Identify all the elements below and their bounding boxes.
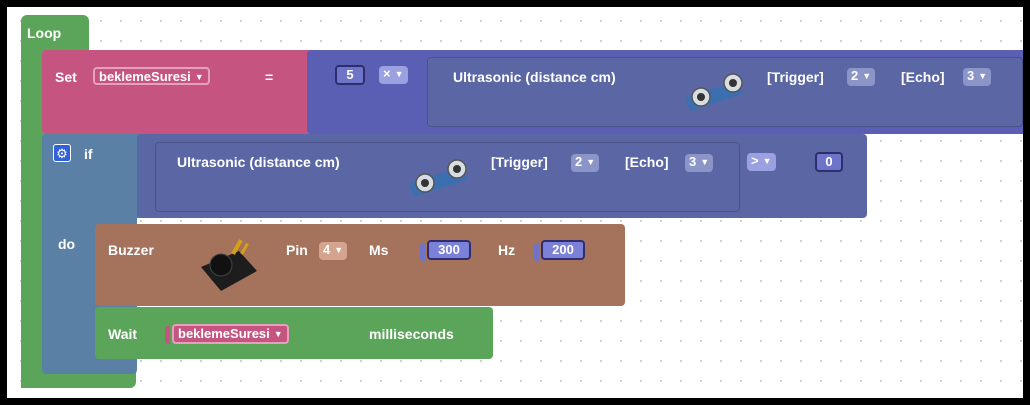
echo-label: [Echo] (901, 69, 945, 85)
wait-label: Wait (108, 326, 138, 342)
chevron-down-icon: ▼ (862, 71, 872, 81)
do-label: do (58, 236, 76, 252)
trigger-label: [Trigger] (491, 154, 548, 170)
buzzer-module-icon (201, 239, 257, 291)
sensor-label: Ultrasonic (distance cm) (453, 69, 616, 85)
set-equals: = (265, 69, 274, 85)
operator-value: × (383, 66, 391, 81)
set-variable-dropdown[interactable]: beklemeSuresi ▼ (93, 67, 210, 85)
buzzer-block[interactable] (95, 224, 625, 306)
ms-label: Ms (369, 242, 389, 258)
if-label: if (84, 146, 93, 162)
echo-pin-dropdown[interactable]: 3 ▼ (685, 154, 714, 172)
loop-label: Loop (27, 25, 62, 41)
echo-pin-value: 3 (689, 154, 697, 169)
buzzer-pin-dropdown[interactable]: 4 ▼ (319, 242, 348, 260)
ultrasonic-sensor-icon (409, 159, 468, 197)
operator-dropdown[interactable]: × ▼ (379, 66, 408, 84)
set-label: Set (55, 69, 77, 85)
trigger-pin-value: 2 (851, 68, 859, 83)
chevron-down-icon: ▼ (334, 245, 344, 255)
trigger-label: [Trigger] (767, 69, 824, 85)
trigger-pin-dropdown[interactable]: 2 ▼ (847, 68, 876, 86)
chevron-down-icon: ▼ (978, 71, 988, 81)
chevron-down-icon: ▼ (394, 69, 404, 79)
ultrasonic-sensor-icon (685, 73, 744, 111)
chevron-down-icon: ▼ (586, 157, 596, 167)
chevron-down-icon: ▼ (762, 156, 772, 166)
chevron-down-icon: ▼ (194, 72, 204, 82)
multiply-number-field[interactable]: 5 (335, 65, 365, 85)
chevron-down-icon: ▼ (273, 329, 283, 339)
ms-number-field[interactable]: 300 (427, 240, 471, 260)
buzzer-pin-value: 4 (323, 242, 331, 257)
chevron-down-icon: ▼ (700, 157, 710, 167)
workspace-canvas[interactable]: Loop Set beklemeSuresi ▼ = 5 × ▼ Ultrasoni… (7, 7, 1023, 398)
wait-variable-nub (165, 326, 170, 344)
wait-variable-name: beklemeSuresi (178, 326, 270, 341)
set-variable-name: beklemeSuresi (99, 69, 191, 84)
hz-number-field[interactable]: 200 (541, 240, 585, 260)
pin-label: Pin (286, 242, 308, 258)
ms-value-nub (420, 243, 425, 261)
trigger-pin-value: 2 (575, 154, 583, 169)
milliseconds-label: milliseconds (369, 326, 454, 342)
trigger-pin-dropdown[interactable]: 2 ▼ (571, 154, 600, 172)
compare-number-field[interactable]: 0 (815, 152, 843, 172)
sensor-label: Ultrasonic (distance cm) (177, 154, 340, 170)
echo-pin-value: 3 (967, 68, 975, 83)
gear-icon[interactable]: ⚙ (53, 144, 71, 162)
echo-label: [Echo] (625, 154, 669, 170)
echo-pin-dropdown[interactable]: 3 ▼ (963, 68, 992, 86)
comparator-dropdown[interactable]: > ▼ (747, 153, 776, 171)
hz-value-nub (534, 243, 539, 261)
comparator-value: > (751, 153, 759, 168)
hz-label: Hz (498, 242, 516, 258)
buzzer-label: Buzzer (108, 242, 154, 258)
wait-variable-dropdown[interactable]: beklemeSuresi ▼ (172, 324, 289, 344)
